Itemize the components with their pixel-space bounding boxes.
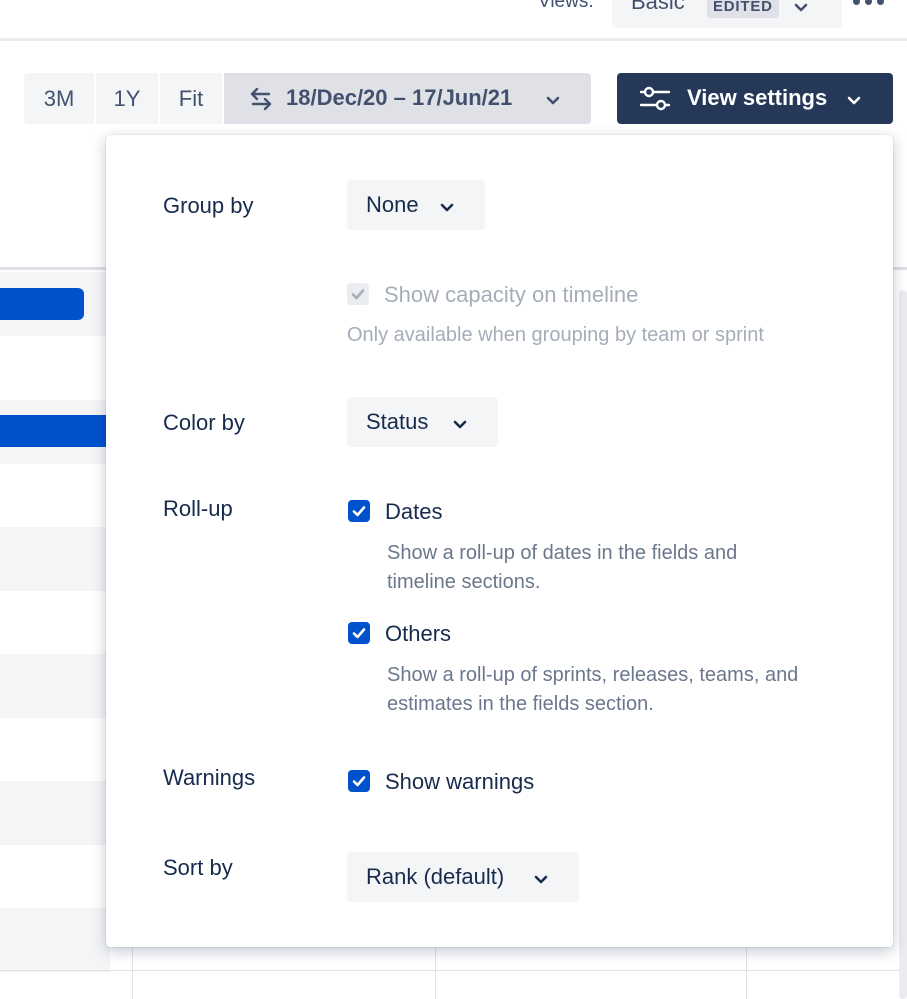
rollup-others-help-line2: estimates in the fields section. bbox=[387, 693, 654, 715]
timeline-column-line bbox=[435, 946, 436, 999]
show-capacity-label: Show capacity on timeline bbox=[384, 282, 639, 307]
group-by-value: None bbox=[366, 192, 419, 217]
view-settings-label: View settings bbox=[687, 85, 828, 110]
rollup-others-help-line1: Show a roll-up of sprints, releases, tea… bbox=[387, 664, 799, 686]
views-label: Views: bbox=[538, 0, 594, 12]
swap-arrows-icon bbox=[248, 86, 274, 117]
date-range-button[interactable]: 18/Dec/20 – 17/Jun/21 bbox=[224, 73, 591, 124]
timeline-scrollbar[interactable] bbox=[899, 290, 907, 999]
rollup-dates-help-line2: timeline sections. bbox=[387, 571, 541, 593]
header-divider bbox=[0, 38, 907, 41]
sort-by-label: Sort by bbox=[163, 855, 233, 880]
warnings-label: Warnings bbox=[163, 765, 256, 790]
show-capacity-checkbox[interactable] bbox=[347, 283, 369, 305]
timeline-bar[interactable] bbox=[0, 415, 110, 447]
timeline-column-line bbox=[132, 946, 133, 999]
show-capacity-help: Only available when grouping by team or … bbox=[347, 324, 764, 346]
rollup-others-checkbox[interactable] bbox=[348, 622, 370, 644]
sliders-icon bbox=[639, 86, 671, 117]
chevron-down-icon bbox=[534, 872, 548, 890]
edited-badge: EDITED bbox=[707, 0, 779, 18]
timeline-row bbox=[0, 781, 110, 845]
view-selector[interactable]: Basic EDITED bbox=[612, 0, 842, 28]
group-by-label: Group by bbox=[163, 193, 254, 218]
chevron-down-icon bbox=[794, 0, 808, 18]
sort-by-value: Rank (default) bbox=[366, 864, 505, 889]
date-range-label: 18/Dec/20 – 17/Jun/21 bbox=[286, 85, 513, 110]
view-settings-panel: Group by None Show capacity on timeline … bbox=[106, 135, 893, 947]
show-warnings-checkbox[interactable] bbox=[348, 770, 370, 792]
timeline-row bbox=[0, 527, 110, 591]
sort-by-dropdown[interactable]: Rank (default) bbox=[347, 852, 579, 902]
view-settings-button[interactable]: View settings bbox=[617, 73, 893, 124]
group-by-dropdown[interactable]: None bbox=[347, 180, 485, 230]
color-by-value: Status bbox=[366, 409, 429, 434]
timeline-bar[interactable] bbox=[0, 288, 84, 320]
chevron-down-icon bbox=[440, 200, 454, 218]
timeline-row-line bbox=[0, 970, 907, 971]
chevron-down-icon bbox=[453, 417, 467, 435]
color-by-dropdown[interactable]: Status bbox=[347, 397, 498, 447]
zoom-1y-button[interactable]: 1Y bbox=[96, 73, 158, 124]
chevron-down-icon bbox=[847, 93, 861, 111]
rollup-dates-label: Dates bbox=[385, 499, 443, 524]
chevron-down-icon bbox=[546, 93, 560, 111]
rollup-others-label: Others bbox=[385, 621, 452, 646]
timeline-row bbox=[0, 908, 110, 972]
zoom-fit-button[interactable]: Fit bbox=[160, 73, 222, 124]
show-warnings-label: Show warnings bbox=[385, 769, 535, 794]
color-by-label: Color by bbox=[163, 410, 245, 435]
rollup-dates-help-line1: Show a roll-up of dates in the fields an… bbox=[387, 542, 738, 564]
rollup-label: Roll-up bbox=[163, 496, 233, 521]
rollup-dates-checkbox[interactable] bbox=[348, 500, 370, 522]
zoom-3m-button[interactable]: 3M bbox=[24, 73, 94, 124]
timeline-column-line bbox=[746, 946, 747, 999]
timeline-row bbox=[0, 654, 110, 718]
more-dots-icon[interactable] bbox=[850, 0, 890, 18]
view-name: Basic bbox=[631, 0, 685, 14]
